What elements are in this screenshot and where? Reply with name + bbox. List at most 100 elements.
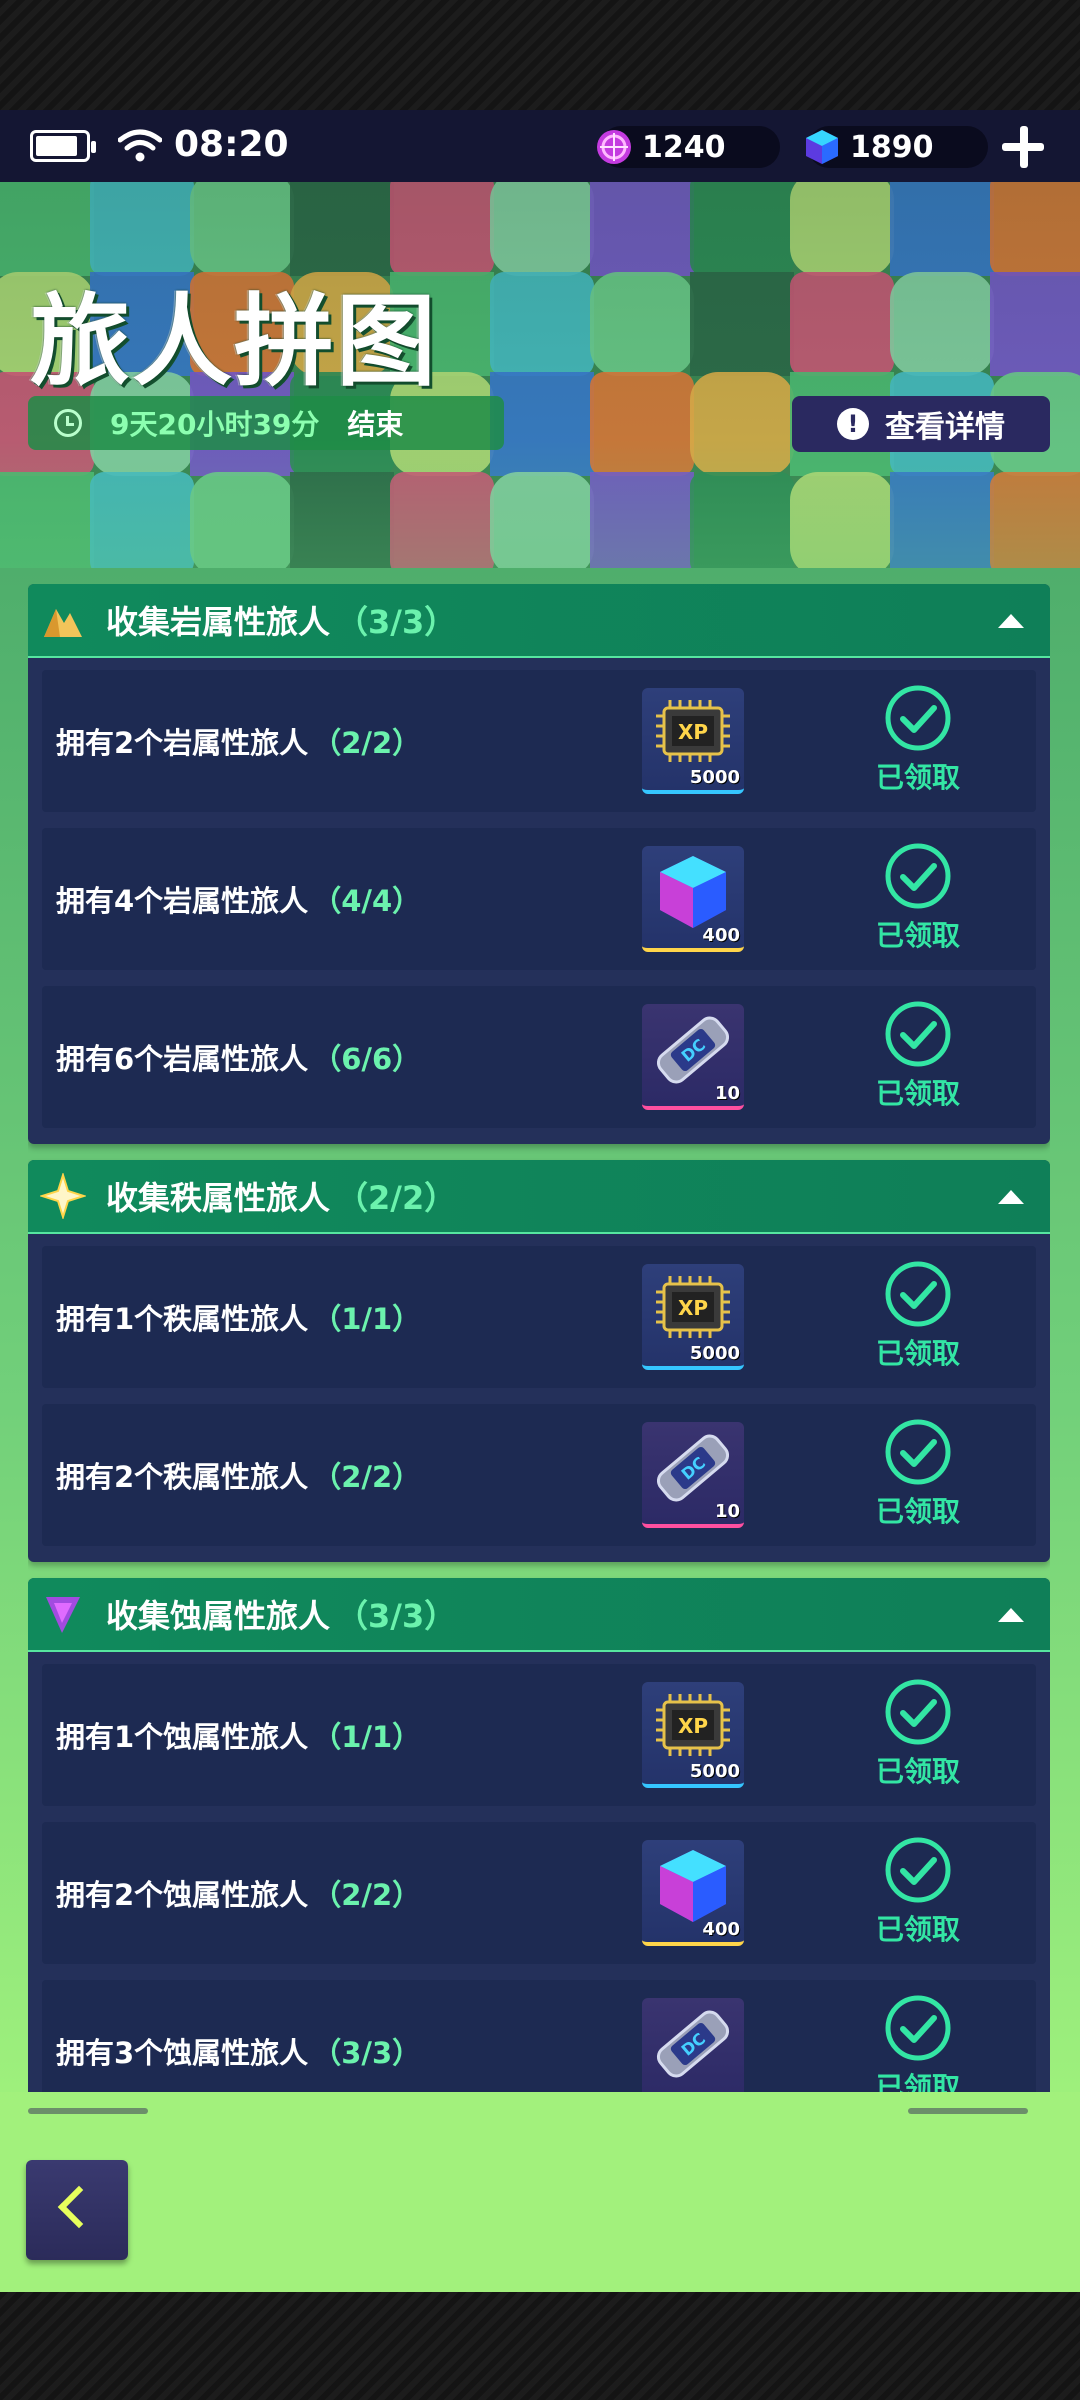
task-label: 拥有2个秩属性旅人 [56, 1460, 309, 1494]
view-details-button[interactable]: ! 查看详情 [792, 396, 1050, 452]
reward-item[interactable]: 400 [642, 1840, 744, 1946]
section-header[interactable]: 收集秩属性旅人 （2/2） [28, 1160, 1050, 1234]
task-label: 拥有4个岩属性旅人 [56, 884, 309, 918]
clock: 08:20 [174, 124, 289, 165]
task-row: 拥有2个蚀属性旅人 （2/2） 400 已领取 [42, 1822, 1036, 1964]
cube-icon [660, 856, 726, 928]
check-circle-icon [885, 1837, 951, 1903]
check-circle-icon [885, 843, 951, 909]
claimed-label: 已领取 [875, 1755, 960, 1788]
section-header[interactable]: 收集蚀属性旅人 （3/3） [28, 1578, 1050, 1652]
svg-text:XP: XP [678, 1714, 708, 1738]
claimed-label: 已领取 [875, 1495, 960, 1528]
task-progress: （1/1） [312, 1302, 422, 1336]
task-row: 拥有6个岩属性旅人 （6/6） DC 10 已领取 [42, 986, 1036, 1128]
divider-left [28, 2108, 148, 2114]
reward-quantity: 400 [702, 1919, 740, 1940]
task-label: 拥有3个蚀属性旅人 [56, 2036, 309, 2070]
claimed-label: 已领取 [875, 761, 960, 794]
reward-item[interactable]: XP 5000 [642, 688, 744, 794]
task-scroll[interactable]: 收集岩属性旅人 （3/3） 拥有2个岩属性旅人 （2/2） XP 5000 已领取 拥有4个岩… [28, 584, 1050, 2092]
reward-item[interactable]: 400 [642, 846, 744, 952]
task-progress: （4/4） [312, 884, 422, 918]
task-label: 拥有2个岩属性旅人 [56, 726, 309, 760]
claimed-status: 已领取 [858, 1994, 978, 2092]
claimed-status: 已领取 [858, 842, 978, 958]
claimed-status: 已领取 [858, 1418, 978, 1534]
check-circle-icon [885, 685, 951, 751]
section-title: 收集蚀属性旅人 [106, 1597, 331, 1635]
task-progress: （1/1） [312, 1720, 422, 1754]
svg-text:XP: XP [678, 720, 708, 744]
check-circle-icon [885, 1001, 951, 1067]
top-system-area [0, 0, 1080, 110]
collapse-arrow-icon[interactable] [998, 1608, 1024, 1622]
view-details-label: 查看详情 [885, 410, 1005, 445]
header-banner: 旅人拼图 9天20小时39分 结束 ! 查看详情 [0, 182, 1080, 612]
task-progress: （6/6） [312, 1042, 422, 1076]
cube-icon [660, 1850, 726, 1922]
reward-quantity: 5000 [689, 1343, 740, 1364]
claimed-label: 已领取 [875, 1913, 960, 1946]
ticket-icon: DC [656, 1016, 730, 1084]
status-bar: 08:20 1240 1890 [0, 110, 1080, 182]
reward-item[interactable]: DC [642, 1998, 744, 2092]
task-row: 拥有1个秩属性旅人 （1/1） XP 5000 已领取 [42, 1246, 1036, 1388]
collapse-arrow-icon[interactable] [998, 614, 1024, 628]
task-progress: （2/2） [312, 1460, 422, 1494]
task-progress: （2/2） [312, 1878, 422, 1912]
check-circle-icon [885, 1261, 951, 1327]
xp-chip-icon: XP [656, 1276, 730, 1338]
task-section: 收集秩属性旅人 （2/2） 拥有1个秩属性旅人 （1/1） XP 5000 已领取 拥有2个秩… [28, 1160, 1050, 1562]
event-timer: 9天20小时39分 结束 [28, 396, 504, 450]
xp-chip-icon: XP [656, 1694, 730, 1756]
reward-item[interactable]: XP 5000 [642, 1264, 744, 1370]
back-button[interactable] [26, 2160, 128, 2260]
currency-orbs-value: 1240 [642, 129, 726, 165]
task-row: 拥有1个蚀属性旅人 （1/1） XP 5000 已领取 [42, 1664, 1036, 1806]
task-section: 收集岩属性旅人 （3/3） 拥有2个岩属性旅人 （2/2） XP 5000 已领取 拥有4个岩… [28, 584, 1050, 1144]
check-circle-icon [885, 1995, 951, 2061]
currency-cubes-value: 1890 [850, 129, 934, 165]
reward-quantity: 5000 [689, 1761, 740, 1782]
ticket-icon: DC [656, 1434, 730, 1502]
wifi-icon [118, 129, 162, 162]
task-row: 拥有2个秩属性旅人 （2/2） DC 10 已领取 [42, 1404, 1036, 1546]
claimed-status: 已领取 [858, 1260, 978, 1376]
section-progress: （3/3） [336, 603, 457, 641]
section-title: 收集秩属性旅人 [106, 1179, 331, 1217]
task-row: 拥有4个岩属性旅人 （4/4） 400 已领取 [42, 828, 1036, 970]
section-progress: （3/3） [336, 1597, 457, 1635]
task-row: 拥有2个岩属性旅人 （2/2） XP 5000 已领取 [42, 670, 1036, 812]
currency-cubes[interactable]: 1890 [806, 126, 988, 168]
reward-quantity: 10 [714, 1083, 740, 1104]
reward-item[interactable]: DC 10 [642, 1422, 744, 1528]
svg-text:XP: XP [678, 1296, 708, 1320]
ticket-icon: DC [656, 2010, 730, 2078]
task-label: 拥有2个蚀属性旅人 [56, 1878, 309, 1912]
section-header[interactable]: 收集岩属性旅人 （3/3） [28, 584, 1050, 658]
claimed-label: 已领取 [875, 2071, 960, 2092]
reward-quantity: 10 [714, 1501, 740, 1522]
claimed-label: 已领取 [875, 919, 960, 952]
collapse-arrow-icon[interactable] [998, 1190, 1024, 1204]
task-section: 收集蚀属性旅人 （3/3） 拥有1个蚀属性旅人 （1/1） XP 5000 已领取 拥有2个蚀… [28, 1578, 1050, 2092]
reward-item[interactable]: XP 5000 [642, 1682, 744, 1788]
task-label: 拥有1个秩属性旅人 [56, 1302, 309, 1336]
reward-item[interactable]: DC 10 [642, 1004, 744, 1110]
page-title: 旅人拼图 [30, 283, 438, 400]
check-circle-icon [885, 1419, 951, 1485]
task-row: 拥有3个蚀属性旅人 （3/3） DC 已领取 [42, 1980, 1036, 2092]
task-list-area: 收集岩属性旅人 （3/3） 拥有2个岩属性旅人 （2/2） XP 5000 已领取 拥有4个岩… [0, 568, 1080, 2092]
info-icon: ! [837, 408, 869, 440]
check-circle-icon [885, 1679, 951, 1745]
rock-element-icon [44, 609, 82, 637]
order-element-icon [40, 1173, 86, 1219]
erosion-element-icon [46, 1597, 80, 1633]
timer-suffix: 结束 [347, 408, 404, 441]
task-progress: （3/3） [312, 2036, 422, 2070]
reward-quantity: 5000 [689, 767, 740, 788]
add-currency-button[interactable] [996, 120, 1050, 174]
currency-orbs[interactable]: 1240 [597, 126, 780, 168]
task-label: 拥有1个蚀属性旅人 [56, 1720, 309, 1754]
